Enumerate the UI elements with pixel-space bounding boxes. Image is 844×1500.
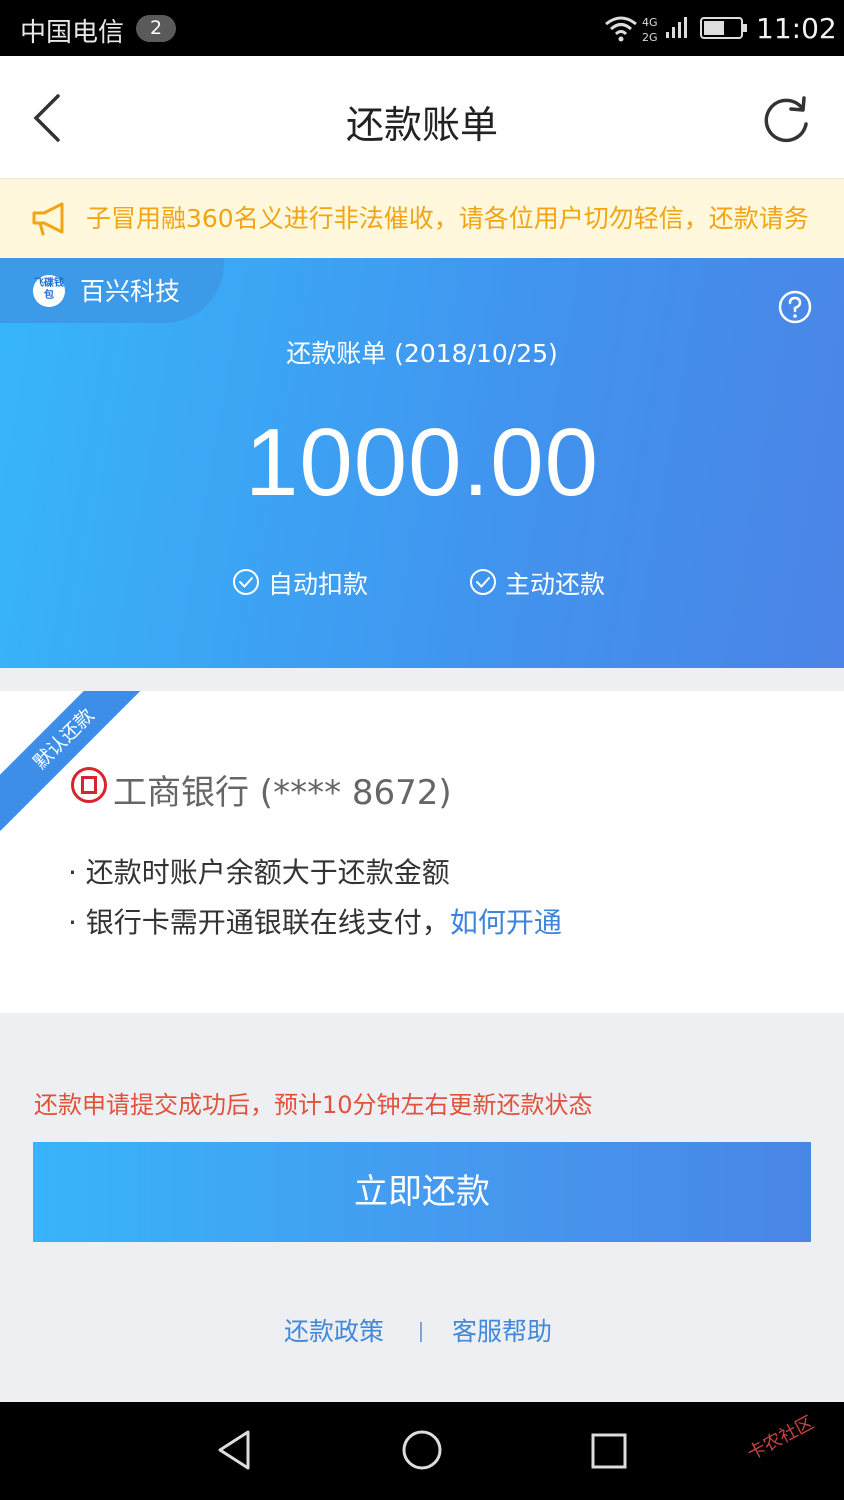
update-notice: 还款申请提交成功后，预计10分钟左右更新还款状态 — [34, 1091, 593, 1119]
clock: 11:02 — [756, 12, 837, 45]
merchant-tag: 飞碟钱包 百兴科技 — [0, 258, 224, 323]
requirement-balance: · 还款时账户余额大于还款金额 — [68, 856, 450, 889]
nav-back-icon[interactable] — [214, 1428, 254, 1472]
notice-text: 子冒用融360名义进行非法催收，请各位用户切勿轻信，还款请务 — [86, 204, 809, 233]
watermark: 卡农社区 — [743, 1412, 818, 1465]
sim-badge: 2 — [136, 15, 176, 42]
repay-policy-link[interactable]: 还款政策 — [284, 1312, 384, 1348]
bill-amount: 1000.00 — [244, 409, 599, 516]
carrier-name: 中国电信 — [20, 18, 125, 48]
bank-name: 工商银行 (**** 8672) — [113, 773, 452, 813]
link-divider — [420, 1322, 422, 1342]
icbc-logo-icon — [71, 767, 107, 803]
merchant-logo: 飞碟钱包 — [33, 275, 65, 307]
help-icon[interactable] — [778, 290, 812, 324]
bill-card: 飞碟钱包 百兴科技 还款账单 (2018/10/25) 1000.00 自动扣款… — [0, 258, 844, 668]
notice-bar: 子冒用融360名义进行非法催收，请各位用户切勿轻信，还款请务 — [0, 178, 844, 258]
battery-icon — [700, 17, 747, 39]
signal-icon: 4G 2G — [642, 16, 687, 44]
option-manual-label: 主动还款 — [505, 570, 606, 599]
refresh-icon[interactable] — [760, 94, 812, 146]
svg-text:4G: 4G — [642, 16, 658, 29]
megaphone-icon — [32, 202, 64, 236]
merchant-name: 百兴科技 — [80, 277, 181, 306]
svg-text:2G: 2G — [642, 31, 658, 44]
repay-now-button[interactable]: 立即还款 — [33, 1142, 811, 1242]
check-circle-icon — [470, 569, 496, 595]
status-bar: 中国电信 2 4G 2G 11:02 — [0, 0, 844, 56]
nav-bar: 还款账单 — [0, 56, 844, 178]
bill-label: 还款账单 (2018/10/25) — [286, 339, 558, 368]
nav-recent-icon[interactable] — [590, 1432, 628, 1470]
footer-links: 还款政策 客服帮助 — [0, 1312, 844, 1352]
how-to-enable-link[interactable]: 如何开通 — [450, 906, 562, 939]
page-title: 还款账单 — [345, 103, 498, 147]
requirement-unionpay: · 银行卡需开通银联在线支付，如何开通 — [68, 901, 562, 941]
requirement-unionpay-text: · 银行卡需开通银联在线支付， — [68, 906, 450, 939]
customer-service-link[interactable]: 客服帮助 — [452, 1312, 552, 1348]
merchant-logo-text: 飞碟钱包 — [34, 278, 64, 301]
wifi-icon — [605, 16, 637, 42]
option-auto-label: 自动扣款 — [268, 570, 369, 599]
nav-home-icon[interactable] — [400, 1428, 444, 1472]
bank-card-section[interactable]: 默认还款 工商银行 (**** 8672) · 还款时账户余额大于还款金额 · … — [0, 691, 844, 1013]
system-nav-bar: 卡农社区 — [0, 1402, 844, 1500]
check-circle-icon — [233, 569, 259, 595]
